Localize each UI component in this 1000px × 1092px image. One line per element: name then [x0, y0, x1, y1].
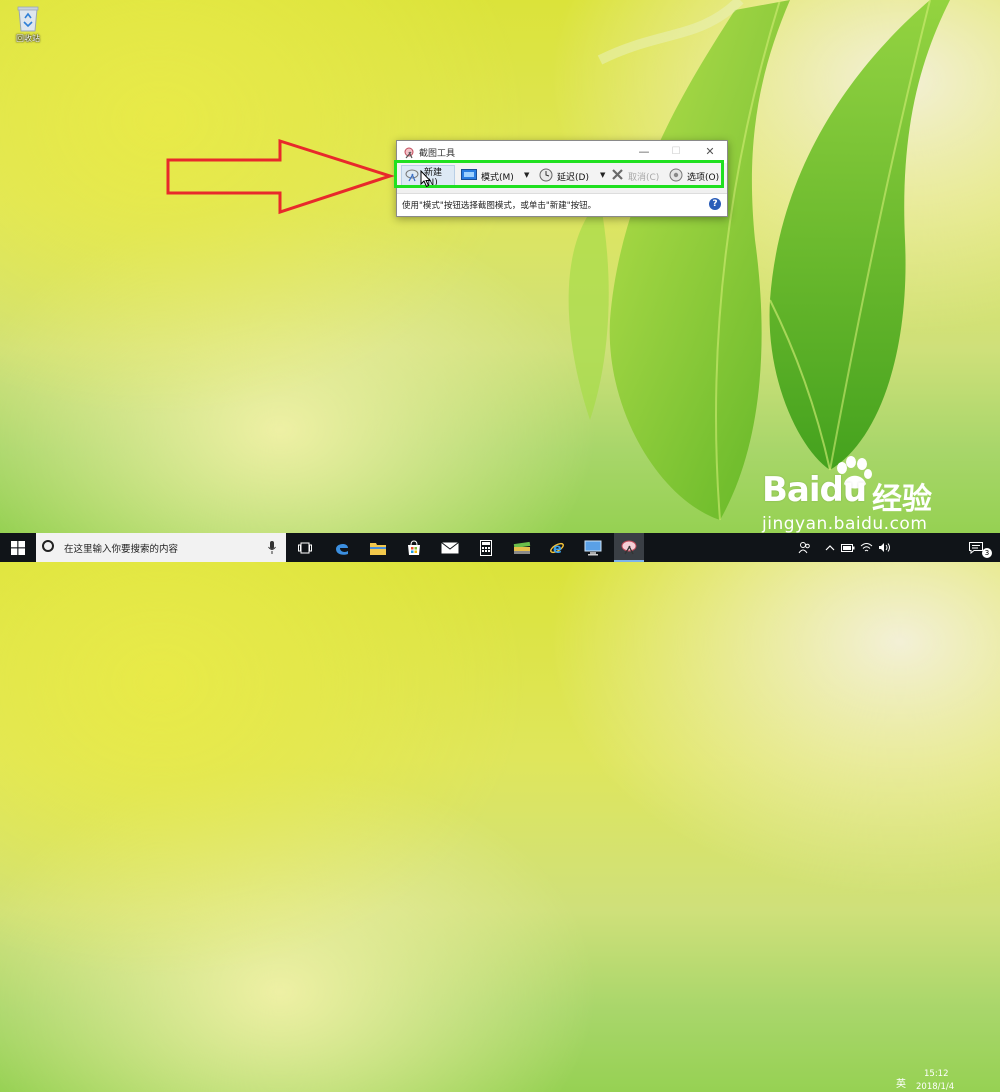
chevron-up-icon[interactable]	[823, 533, 837, 562]
file-explorer-icon[interactable]	[364, 533, 392, 562]
start-button[interactable]	[0, 533, 36, 562]
internet-explorer-icon[interactable]: e	[543, 533, 571, 562]
recycle-bin-shortcut[interactable]: 回收站	[8, 4, 48, 44]
mail-icon[interactable]	[436, 533, 464, 562]
clock-time[interactable]: 15:12	[924, 1069, 949, 1079]
toolbar-highlight-box	[394, 160, 724, 188]
edge-icon[interactable]	[328, 533, 356, 562]
store-icon[interactable]	[400, 533, 428, 562]
baidu-logo-suffix: 经验	[872, 482, 932, 517]
arrow-shape	[166, 138, 395, 215]
close-button[interactable]: ✕	[699, 143, 721, 161]
people-icon[interactable]	[795, 533, 813, 562]
mouse-cursor-icon	[420, 170, 432, 188]
battery-icon[interactable]	[840, 533, 856, 562]
taskbar: 在这里输入你要搜索的内容 e 英 15:12 2018/1/4	[0, 533, 1000, 1092]
input-method-indicator[interactable]: 英	[896, 1075, 906, 1090]
wallpaper-leaves	[568, 0, 950, 521]
status-message: 使用"模式"按钮选择截图模式，或单击"新建"按钮。	[402, 201, 597, 211]
annotation-arrow	[166, 138, 395, 215]
volume-icon[interactable]	[876, 533, 892, 562]
minimize-button[interactable]: —	[633, 143, 655, 161]
snipping-tool-taskbar-icon[interactable]	[614, 533, 644, 562]
clock-date[interactable]: 2018/1/4	[916, 1082, 954, 1092]
microphone-icon[interactable]	[268, 540, 276, 559]
recycle-bin-icon	[16, 4, 40, 32]
taskbar-search-box[interactable]: 在这里输入你要搜索的内容	[36, 533, 286, 562]
computer-icon[interactable]	[579, 533, 607, 562]
help-button[interactable]: ?	[709, 198, 721, 210]
recycle-bin-label: 回收站	[16, 34, 40, 43]
maximize-button[interactable]: ☐	[665, 143, 687, 161]
cortana-icon	[42, 540, 54, 552]
windows-logo-icon	[11, 540, 25, 555]
action-center-icon[interactable]	[966, 533, 986, 562]
baidu-url: jingyan.baidu.com	[762, 514, 928, 534]
svg-text:e: e	[553, 542, 562, 556]
baidu-watermark: Baidu 经验 jingyan.baidu.com	[762, 456, 992, 536]
notification-count-badge: 3	[982, 548, 992, 558]
calculator-icon[interactable]	[472, 533, 500, 562]
window-title: 截图工具	[419, 149, 456, 159]
wifi-icon[interactable]	[858, 533, 874, 562]
books-icon[interactable]	[508, 533, 536, 562]
status-bar: 使用"模式"按钮选择截图模式，或单击"新建"按钮。 ?	[397, 193, 727, 216]
task-view-icon[interactable]	[292, 533, 318, 562]
baidu-logo-text: Baidu	[762, 470, 867, 510]
search-placeholder: 在这里输入你要搜索的内容	[64, 544, 179, 555]
